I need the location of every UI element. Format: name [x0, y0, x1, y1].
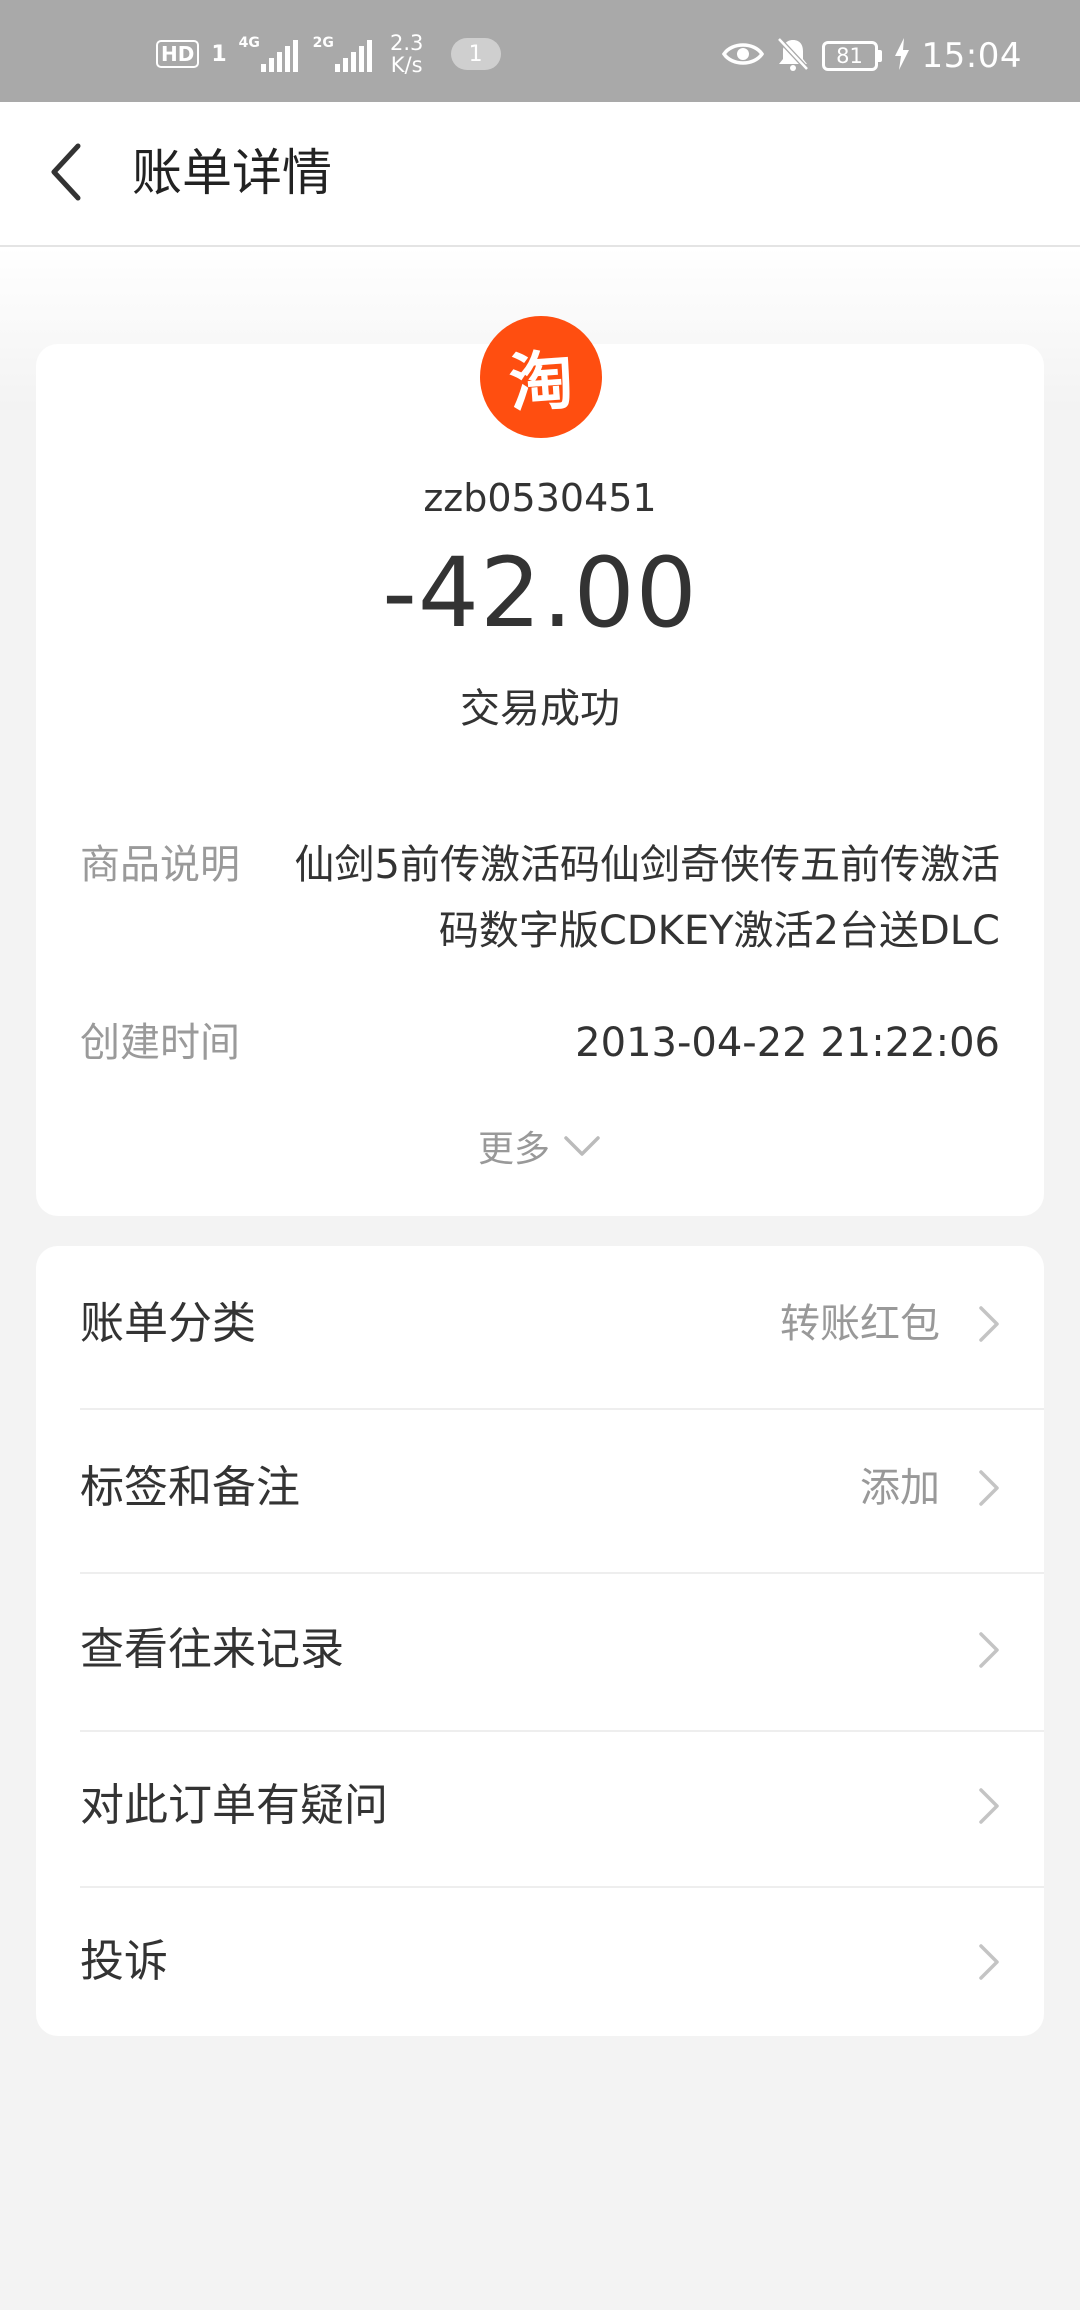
list-item-label: 标签和备注	[80, 1462, 300, 1513]
status-right-group: 81 15:04	[721, 36, 1022, 76]
more-button[interactable]: 更多	[0, 1120, 1080, 1172]
bill-summary-card	[36, 344, 1044, 1216]
chevron-left-icon	[48, 142, 84, 206]
description-label: 商品说明	[80, 842, 240, 888]
network-type-label: 2G	[312, 35, 334, 51]
sim-indicator: 1	[211, 41, 227, 67]
transaction-status: 交易成功	[460, 686, 620, 732]
list-item-label: 对此订单有疑问	[80, 1780, 388, 1831]
battery-icon: 81	[821, 41, 882, 71]
nav-header: 账单详情	[0, 102, 1080, 247]
merchant-name: zzb0530451	[423, 476, 657, 520]
description-value: 仙剑5前传激活码仙剑奇侠传五前传激活码数字版CDKEY激活2台送DLC	[294, 842, 1000, 954]
chevron-down-icon	[562, 1126, 602, 1167]
chevron-right-icon	[974, 1458, 1004, 1518]
list-divider	[80, 1572, 1044, 1574]
battery-level: 81	[821, 41, 878, 71]
list-divider	[80, 1730, 1044, 1732]
created-time-value: 2013-04-22 21:22:06	[575, 1020, 1000, 1066]
charging-icon	[894, 38, 910, 74]
speed-unit: K/s	[390, 53, 423, 77]
chevron-right-icon	[974, 1776, 1004, 1836]
list-divider	[80, 1408, 1044, 1410]
clock-time: 15:04	[921, 36, 1022, 76]
list-item-label: 投诉	[80, 1936, 168, 1987]
network-type-label: 4G	[238, 35, 260, 51]
created-time-label: 创建时间	[80, 1020, 240, 1066]
bell-muted-icon	[776, 36, 810, 76]
eye-icon	[721, 39, 764, 73]
network-speed: 2.3 K/s	[387, 32, 427, 76]
more-label: 更多	[477, 1129, 550, 1170]
status-bar: HD 1 4G 2G 2.3 K/s 1 81 15:04	[0, 0, 1080, 102]
notification-badge: 1	[450, 38, 501, 70]
transaction-amount: -42.00	[382, 537, 698, 649]
list-item-view-records[interactable]: 查看往来记录	[36, 1620, 1044, 1680]
chevron-right-icon	[974, 1932, 1004, 1992]
back-button[interactable]	[36, 138, 96, 210]
chevron-right-icon	[974, 1294, 1004, 1354]
page-title: 账单详情	[132, 144, 332, 202]
list-item-value: 添加	[860, 1465, 940, 1511]
status-left-group: HD 1 4G 2G 2.3 K/s 1	[156, 32, 501, 76]
list-item-bill-category[interactable]: 账单分类 转账红包	[36, 1294, 1044, 1354]
list-item-label: 查看往来记录	[80, 1624, 344, 1675]
logo-glyph: 淘	[506, 343, 576, 423]
list-item-tags-notes[interactable]: 标签和备注 添加	[36, 1458, 1044, 1518]
chevron-right-icon	[974, 1620, 1004, 1680]
list-item-value: 转账红包	[780, 1301, 940, 1347]
list-divider	[80, 1886, 1044, 1888]
speed-value: 2.3	[389, 31, 424, 55]
hd-indicator: HD	[156, 40, 200, 68]
list-item-complaint[interactable]: 投诉	[36, 1932, 1044, 1992]
list-item-label: 账单分类	[80, 1298, 256, 1349]
signal-2g-icon: 2G	[313, 34, 375, 74]
signal-4g-icon: 4G	[239, 34, 301, 74]
bill-actions-card: 账单分类 转账红包 标签和备注 添加 查看往来记录 对此订单有疑问 投诉	[36, 1246, 1044, 2036]
taobao-icon: 淘	[480, 316, 602, 438]
list-item-order-question[interactable]: 对此订单有疑问	[36, 1776, 1044, 1836]
